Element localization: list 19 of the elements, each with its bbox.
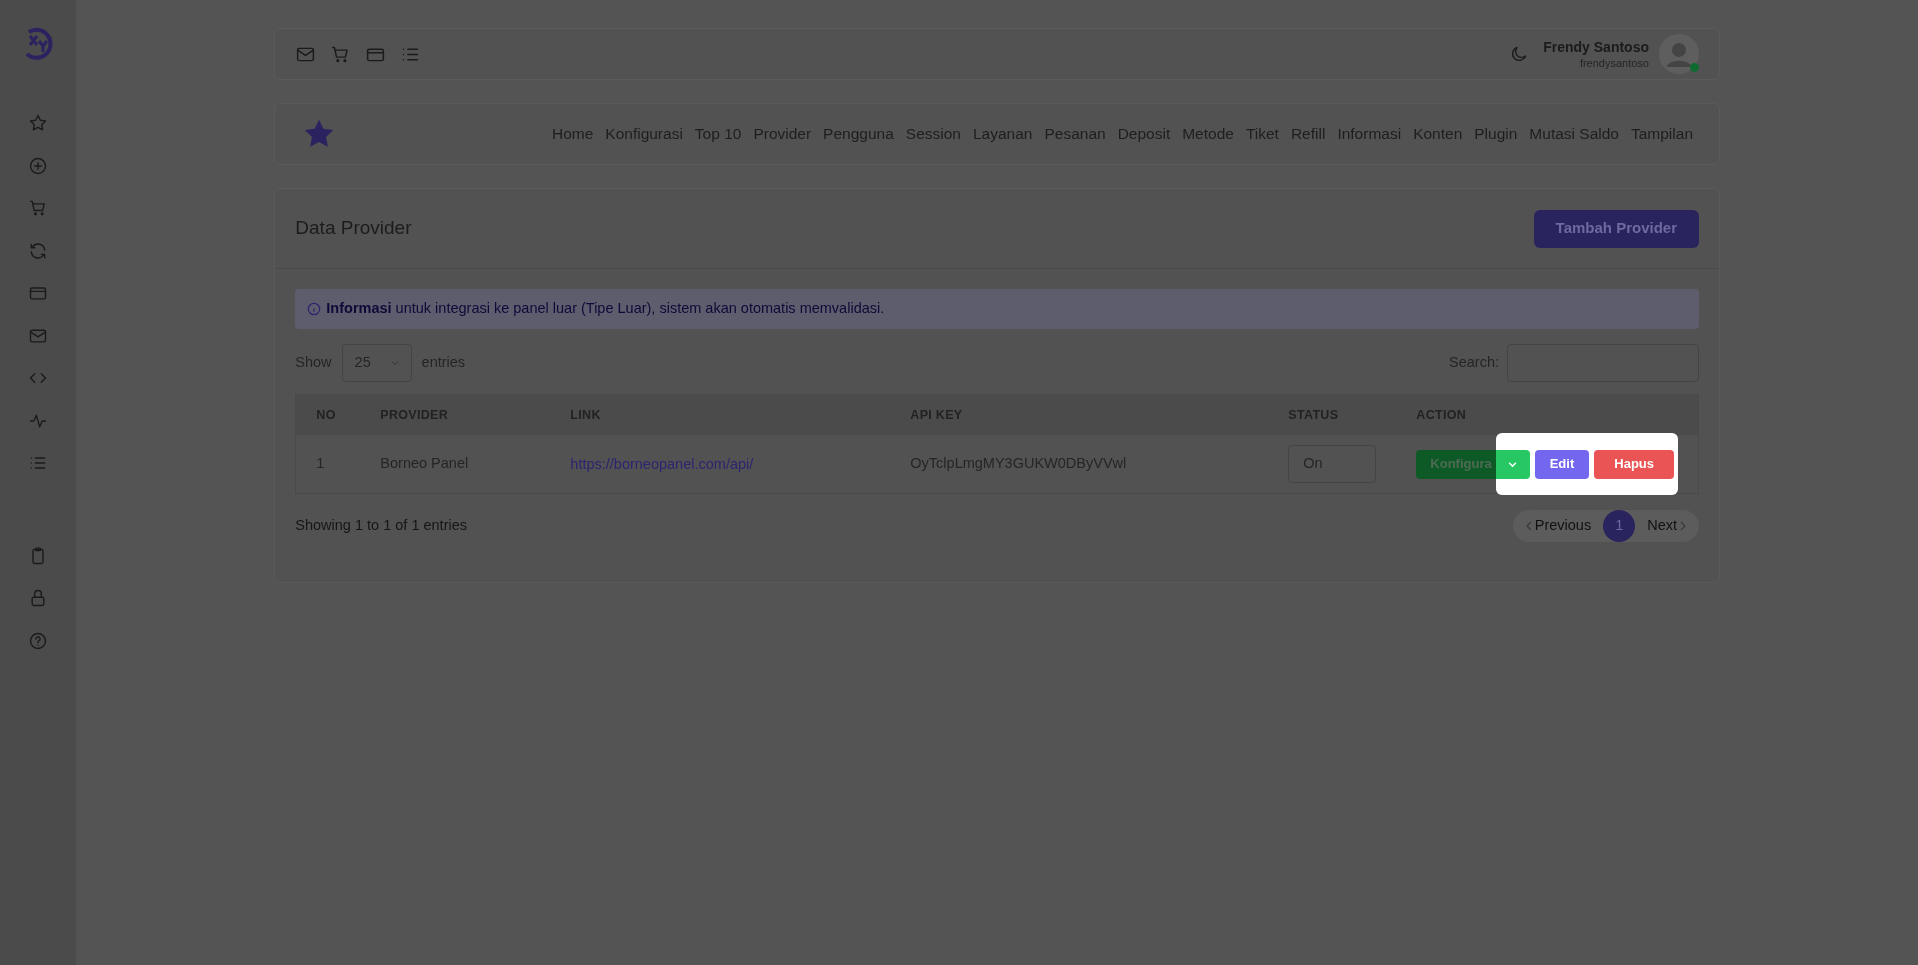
user-name: Frendy Santoso: [1543, 38, 1649, 56]
star-icon[interactable]: [28, 113, 49, 134]
pagination-button[interactable]: 1: [1603, 510, 1636, 542]
info-icon: [307, 302, 322, 316]
pagination-button[interactable]: Previous: [1512, 515, 1604, 537]
help-icon[interactable]: [28, 630, 49, 651]
table-info: Showing 1 to 1 of 1 entries: [295, 516, 467, 536]
configure-button[interactable]: Konfigura: [1416, 449, 1496, 479]
edit-button[interactable]: Edit: [1534, 449, 1590, 479]
pagination-button[interactable]: Next: [1635, 515, 1699, 537]
chevron-right-icon: [1679, 521, 1687, 531]
dropdown-toggle-button[interactable]: [1495, 449, 1530, 479]
add-provider-button[interactable]: Tambah Provider: [1533, 209, 1699, 248]
alert-text: Informasi untuk integrasi ke panel luar (Tipe Luar), sistem akan otomatis memvalidasi.: [326, 299, 885, 319]
plus-circle-icon[interactable]: [28, 155, 49, 176]
avatar-icon[interactable]: [1659, 34, 1699, 74]
delete-button[interactable]: Hapus: [1594, 449, 1674, 479]
chevron-down-icon: [1508, 459, 1518, 469]
chevron-left-icon: [1524, 521, 1533, 531]
